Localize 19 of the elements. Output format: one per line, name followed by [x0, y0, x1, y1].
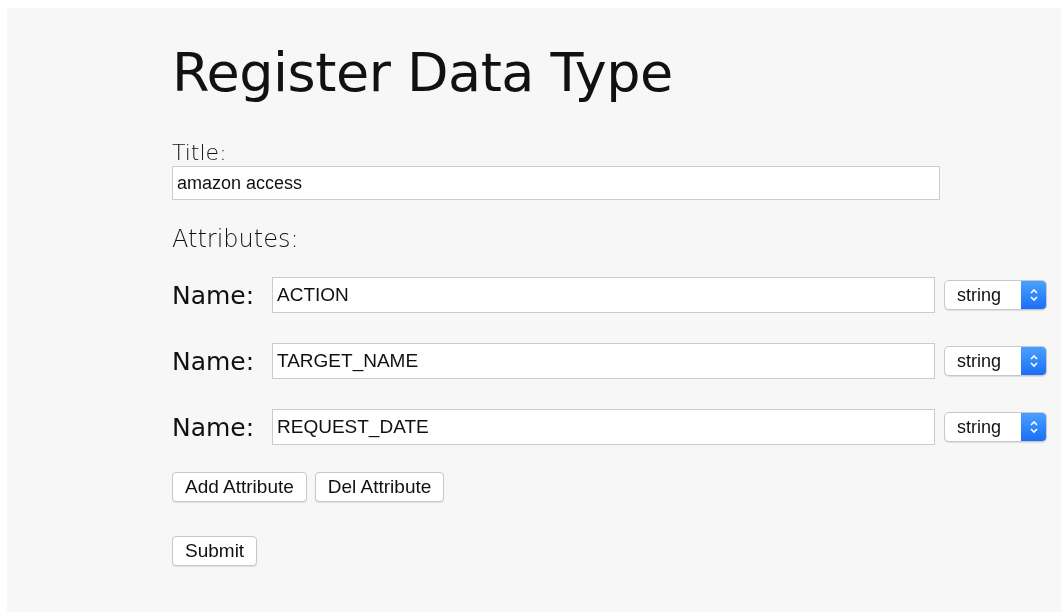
name-label: Name: [172, 412, 256, 442]
name-label: Name: [172, 280, 256, 310]
type-dropdown[interactable]: string [944, 412, 1047, 442]
name-input-field[interactable]: TARGET_NAME [272, 343, 935, 379]
attributes-label: Attributes: [172, 226, 300, 252]
name-input-field[interactable]: ACTION [272, 277, 935, 313]
submit-button[interactable]: Submit [172, 536, 258, 566]
chevron-up-down-icon [1028, 287, 1039, 303]
attribute-button[interactable]: Del Attribute [314, 472, 445, 502]
type-dropdown[interactable]: string [944, 280, 1047, 310]
chevron-up-down-icon [1028, 353, 1039, 369]
title-input-field[interactable]: amazon access [172, 166, 940, 200]
attribute-button[interactable]: Add Attribute [172, 472, 307, 502]
name-label: Name: [172, 346, 256, 376]
chevron-up-down-icon [1028, 419, 1039, 435]
type-dropdown[interactable]: string [944, 346, 1047, 376]
name-input-field[interactable]: REQUEST_DATE [272, 409, 935, 445]
page-heading: Register Data Type [172, 40, 674, 106]
title-label: Title: [172, 140, 228, 166]
